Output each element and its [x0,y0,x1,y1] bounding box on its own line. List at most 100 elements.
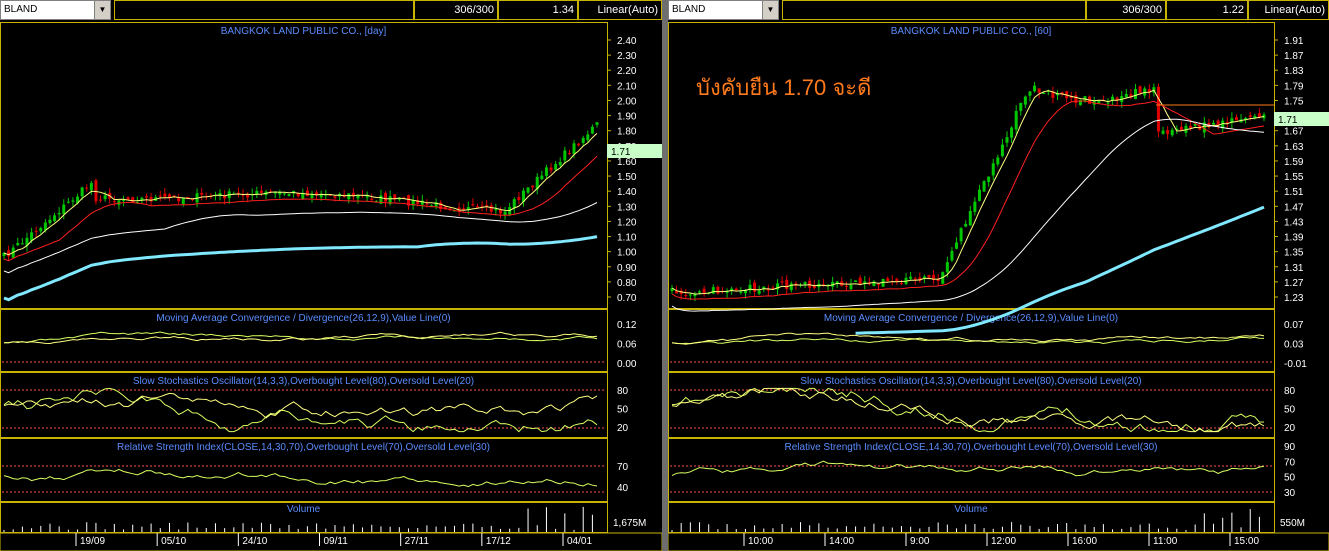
candle-body [1212,122,1216,125]
candle-body [964,223,968,227]
date-label: 17/12 [486,536,511,547]
pane-border [668,22,1275,309]
candle-body [99,199,103,201]
macd-title: Moving Average Convergence / Divergence(… [824,313,1118,324]
candle-body [131,197,135,203]
candle-body [494,208,498,211]
candle-body [282,193,286,195]
stoch-tick-label: 50 [1284,405,1296,416]
candle-body [1005,137,1009,143]
left-symbol-value: BLAND [4,4,38,15]
left-count-box: 306/300 [414,0,498,20]
candle-body [489,205,493,212]
right-scale-mode[interactable]: Linear(Auto) [1248,0,1329,20]
candle-body [698,291,702,293]
candle-body [549,167,553,171]
candle-body [844,285,848,287]
candle-body [140,197,144,200]
price-tick-label: 0.70 [617,293,637,304]
candle-body [595,122,599,125]
price-tick-label: 1.90 [617,112,637,123]
candle-body [996,157,1000,165]
chevron-down-icon[interactable]: ▼ [762,1,778,19]
candle-body [1033,85,1037,92]
candle-body [20,243,24,245]
candle-body [590,126,594,134]
candle-body [34,230,38,232]
stoch-tick-label: 20 [617,423,629,434]
candle-body [927,275,931,278]
candle-body [757,290,761,294]
price-tick-label: 1.47 [1284,202,1304,213]
candle-body [1028,91,1032,96]
candle-body [1124,94,1128,98]
price-tick-label: 2.00 [617,96,637,107]
candle-body [512,199,516,209]
right-chart-canvas[interactable]: BANGKOK LAND PUBLIC CO., [60] Moving Aver… [668,22,1329,551]
candle-body [1000,144,1004,157]
candle-body [181,197,185,205]
left-value-box: 1.34 [498,0,578,20]
candle-body [785,279,789,289]
candle-body [57,213,61,215]
candle-body [684,294,688,296]
candle-body [80,187,84,197]
right-symbol-select[interactable]: BLAND ▼ [668,0,779,20]
stoch-k-line [3,387,598,433]
candle-body [273,192,277,194]
price-tick-label: 1.91 [1284,36,1304,47]
candle-body [287,193,291,196]
date-label: 15:00 [1234,536,1259,547]
candle-body [973,201,977,212]
candle-body [977,189,981,201]
price-tick-label: 1.79 [1284,81,1304,92]
candle-body [586,134,590,141]
candle-body [987,176,991,182]
rsi-line [671,460,1265,477]
candle-body [544,167,548,176]
candle-body [1134,89,1138,99]
candle-body [531,185,535,188]
rsi-tick-label: 70 [1284,457,1296,468]
ma-longest-line [3,235,598,302]
candle-body [711,287,715,294]
left-symbol-select[interactable]: BLAND ▼ [0,0,111,20]
candle-body [30,232,34,241]
chevron-down-icon[interactable]: ▼ [94,1,110,19]
candle-body [1166,130,1170,135]
rsi-line [3,468,598,488]
price-tick-label: 0.80 [617,278,637,289]
candle-body [425,203,429,205]
candle-body [163,193,167,197]
macd-tick-label: 0.00 [617,359,637,370]
price-tick-label: 1.10 [617,233,637,244]
candle-body [577,143,581,146]
candle-body [945,262,949,273]
main-chart-title: BANGKOK LAND PUBLIC CO., [60] [891,26,1052,37]
ma-mid-line [671,100,1265,300]
date-label: 16:00 [1072,536,1097,547]
candle-body [384,192,388,202]
candle-body [310,194,314,199]
candle-body [347,193,351,200]
rsi-tick-label: 90 [1284,442,1296,453]
candle-body [554,163,558,170]
left-scale-mode[interactable]: Linear(Auto) [578,0,662,20]
main-chart-title: BANGKOK LAND PUBLIC CO., [day] [221,26,387,37]
stoch-tick-label: 20 [1284,423,1296,434]
candle-body [53,215,57,222]
date-label: 11:00 [1153,536,1178,547]
candle-body [149,197,153,202]
candle-body [1161,130,1165,134]
price-tick-label: 1.39 [1284,233,1304,244]
rsi-title: Relative Strength Index(CLOSE,14,30,70),… [117,442,490,453]
date-label: 24/10 [242,536,267,547]
candle-body [899,282,903,285]
candle-body [94,180,98,202]
price-tick-label: 1.23 [1284,293,1304,304]
volume-title: Volume [954,504,988,515]
left-chart-canvas[interactable]: BANGKOK LAND PUBLIC CO., [day] Moving Ave… [0,22,662,551]
candle-body [503,211,507,216]
rsi-tick-label: 70 [617,462,629,473]
macd-signal-line [671,332,1265,345]
